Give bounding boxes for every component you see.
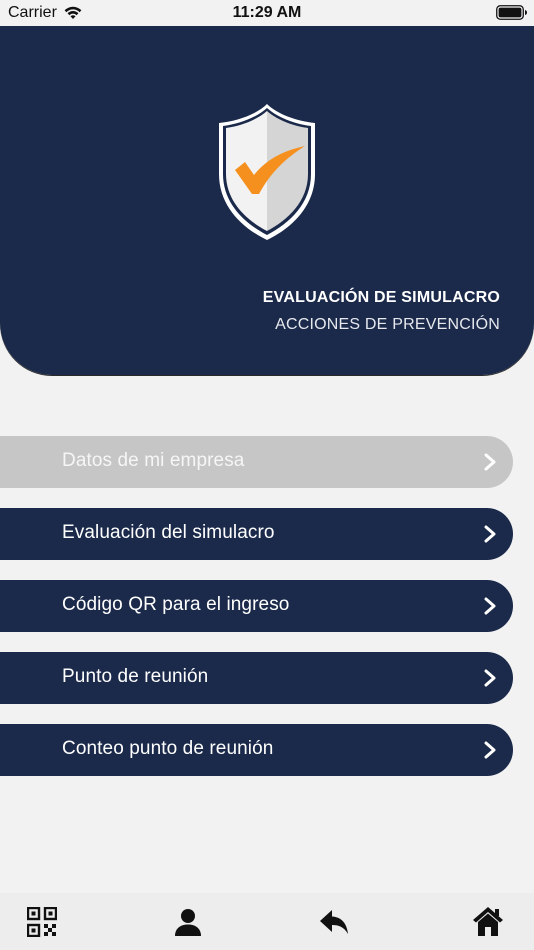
chevron-right-icon bbox=[484, 525, 496, 543]
menu-item-datos-empresa[interactable]: Datos de mi empresa bbox=[0, 436, 513, 488]
battery-icon bbox=[496, 5, 527, 20]
menu-item-label: Código QR para el ingreso bbox=[62, 594, 290, 615]
reply-icon[interactable] bbox=[319, 907, 349, 937]
chevron-right-icon bbox=[484, 597, 496, 615]
page-subtitle: ACCIONES DE PREVENCIÓN bbox=[275, 316, 500, 333]
menu-item-label: Datos de mi empresa bbox=[62, 450, 245, 471]
home-icon[interactable] bbox=[472, 905, 504, 937]
chevron-right-icon bbox=[484, 669, 496, 687]
menu-item-punto-reunion[interactable]: Punto de reunión bbox=[0, 652, 513, 704]
menu-item-label: Punto de reunión bbox=[62, 666, 209, 687]
bottom-tab-bar bbox=[0, 893, 534, 950]
chevron-right-icon bbox=[484, 453, 496, 471]
chevron-right-icon bbox=[484, 741, 496, 759]
shield-check-icon bbox=[219, 104, 315, 240]
menu-item-codigo-qr[interactable]: Código QR para el ingreso bbox=[0, 580, 513, 632]
page-title: EVALUACIÓN DE SIMULACRO bbox=[262, 289, 500, 306]
qr-code-icon[interactable] bbox=[27, 907, 57, 937]
menu-item-label: Evaluación del simulacro bbox=[62, 522, 275, 543]
menu-item-label: Conteo punto de reunión bbox=[62, 738, 274, 759]
menu-item-evaluacion-simulacro[interactable]: Evaluación del simulacro bbox=[0, 508, 513, 560]
status-bar: Carrier 11:29 AM bbox=[0, 0, 534, 26]
status-time: 11:29 AM bbox=[232, 4, 302, 21]
user-icon[interactable] bbox=[173, 907, 203, 937]
menu-item-conteo-punto-reunion[interactable]: Conteo punto de reunión bbox=[0, 724, 513, 776]
